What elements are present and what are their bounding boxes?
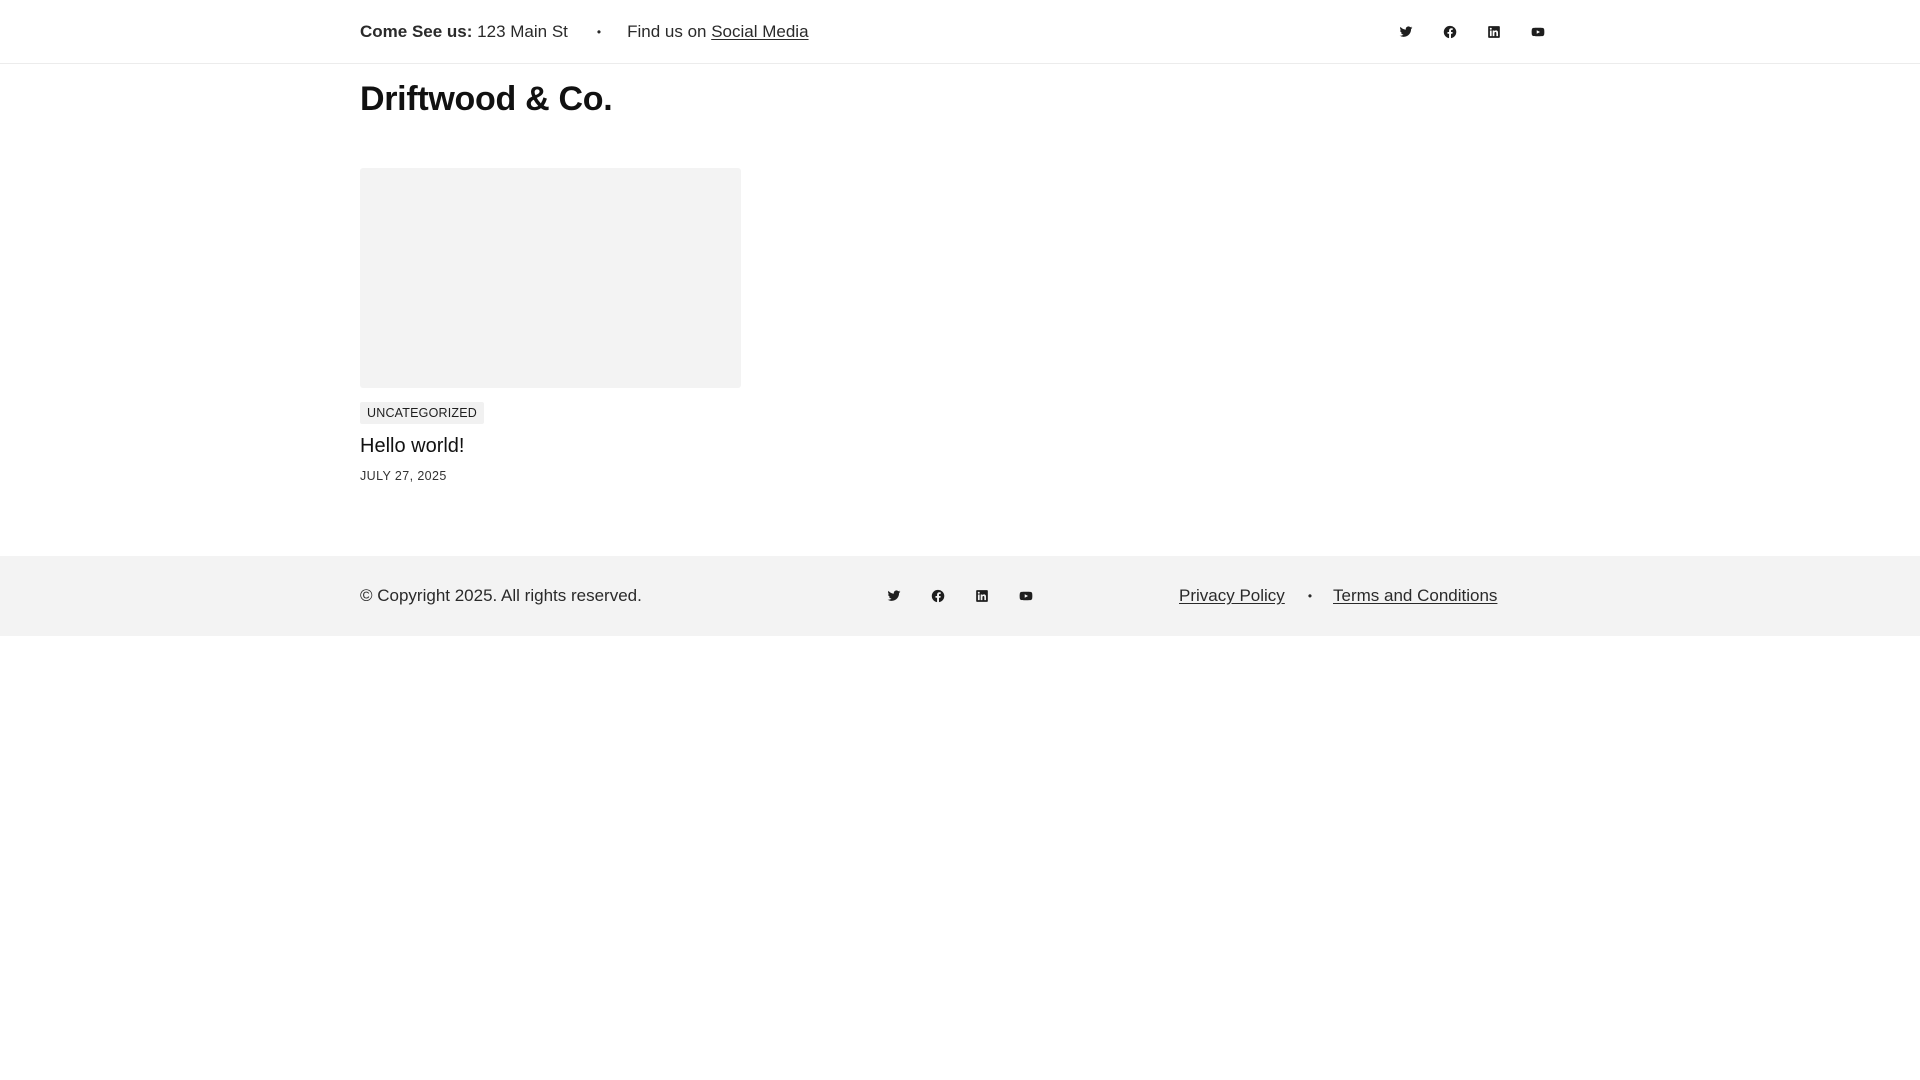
youtube-icon[interactable] <box>1004 584 1048 608</box>
twitter-icon[interactable] <box>872 584 916 608</box>
site-title[interactable]: Driftwood & Co. <box>360 80 613 119</box>
twitter-icon[interactable] <box>1384 20 1428 44</box>
post-title[interactable]: Hello world! <box>360 435 741 458</box>
top-bar-info: Come See us: 123 Main St • Find us on So… <box>360 22 809 42</box>
footer-legal-links: Privacy Policy • Terms and Conditions <box>1179 556 1497 636</box>
post-date: JULY 27, 2025 <box>360 469 447 483</box>
terms-link[interactable]: Terms and Conditions <box>1333 586 1497 606</box>
post-category-badge[interactable]: UNCATEGORIZED <box>360 402 485 424</box>
separator-dot: • <box>1307 589 1313 603</box>
privacy-policy-link[interactable]: Privacy Policy <box>1179 586 1285 606</box>
address-label: Come See us: <box>360 22 473 41</box>
linkedin-icon[interactable] <box>960 584 1004 608</box>
address-value: 123 Main St <box>472 22 568 41</box>
facebook-icon[interactable] <box>916 584 960 608</box>
youtube-icon[interactable] <box>1516 20 1560 44</box>
social-media-link[interactable]: Social Media <box>711 22 808 42</box>
post-card: UNCATEGORIZED Hello world! JULY 27, 2025 <box>360 168 741 483</box>
post-thumbnail[interactable] <box>360 168 741 388</box>
facebook-icon[interactable] <box>1428 20 1472 44</box>
find-us-text: Find us on <box>627 22 712 41</box>
site-footer: © Copyright 2025. All rights reserved. P… <box>0 556 1920 636</box>
copyright-text: © Copyright 2025. All rights reserved. <box>360 586 642 605</box>
separator-dot: • <box>596 25 602 39</box>
footer-social-links <box>872 584 1048 608</box>
top-social-links <box>1384 20 1560 44</box>
top-bar: Come See us: 123 Main St • Find us on So… <box>0 0 1920 64</box>
top-bar-inner: Come See us: 123 Main St • Find us on So… <box>360 0 1560 64</box>
linkedin-icon[interactable] <box>1472 20 1516 44</box>
